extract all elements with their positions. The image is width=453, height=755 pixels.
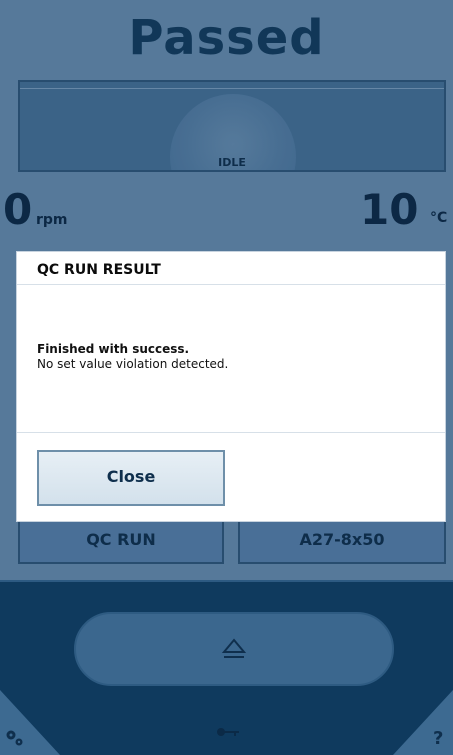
close-button[interactable]: Close: [37, 450, 225, 506]
key-icon: [217, 728, 239, 736]
qc-result-dialog: QC RUN RESULT Finished with success. No …: [16, 251, 446, 522]
eject-button[interactable]: [74, 612, 394, 686]
dialog-heading: Finished with success.: [37, 342, 190, 356]
dialog-title: QC RUN RESULT: [37, 262, 161, 278]
dialog-divider-top: [17, 284, 445, 285]
help-icon[interactable]: ?: [433, 728, 443, 749]
device-screen: Passed IDLE 0 rpm 10 °C QC RUN A27-8x50 …: [0, 0, 453, 755]
gears-icon[interactable]: [4, 727, 26, 749]
eject-icon: [221, 638, 247, 658]
band-divider: [0, 580, 453, 582]
dialog-divider-bottom: [17, 432, 445, 433]
dialog-message: No set value violation detected.: [37, 357, 229, 371]
